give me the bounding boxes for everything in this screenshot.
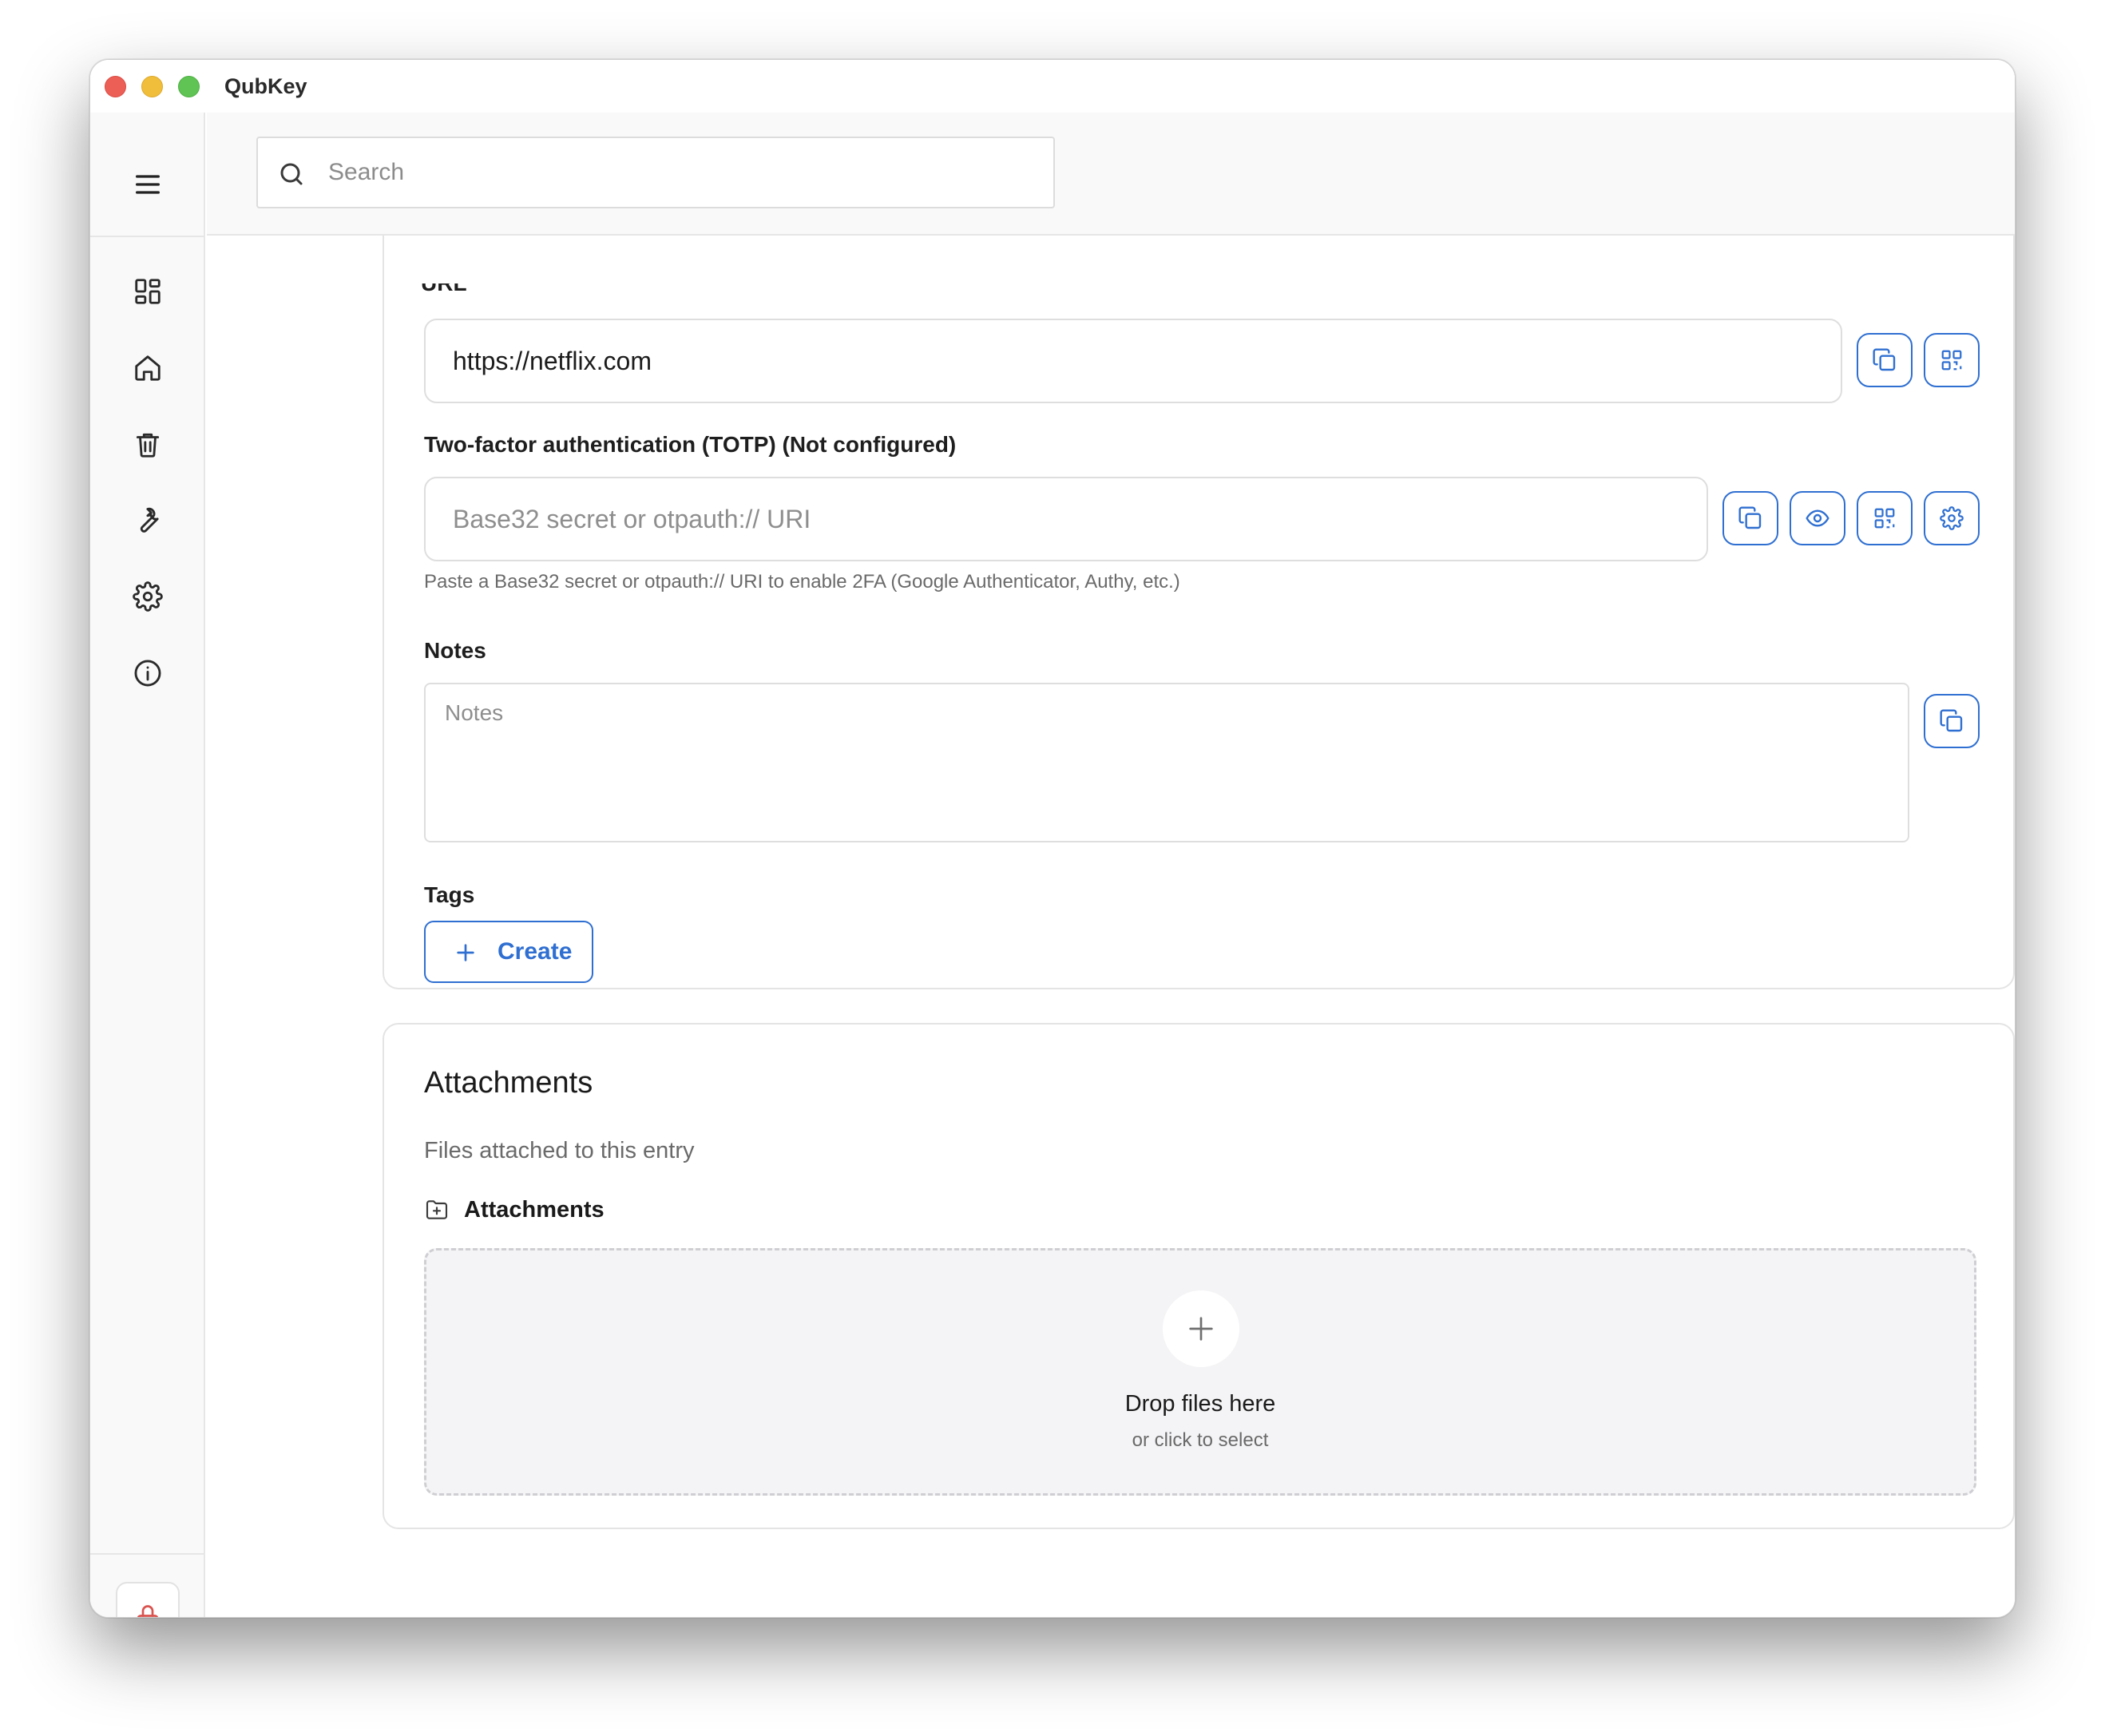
title-bar: QubKey	[90, 60, 2015, 113]
menu-button[interactable]	[124, 161, 172, 208]
totp-label: Two-factor authentication (TOTP) (Not co…	[424, 432, 957, 457]
sidebar-item-home[interactable]	[124, 344, 172, 392]
notes-label: Notes	[424, 638, 486, 663]
copy-icon	[1873, 348, 1896, 371]
sidebar-item-trash[interactable]	[124, 421, 172, 469]
qr-code-icon	[1874, 508, 1895, 529]
plus-icon	[457, 944, 474, 961]
url-label-clipped: URL	[421, 283, 469, 293]
file-dropzone[interactable]: Drop files here or click to select	[424, 1248, 1976, 1496]
hamburger-menu-icon	[136, 175, 160, 194]
totp-secret-field[interactable]: Base32 secret or otpauth:// URI	[424, 477, 1708, 561]
app-window: QubKey URL https://netflix.com Two-facto	[89, 59, 2016, 1618]
folder-plus-icon	[426, 1200, 448, 1219]
copy-url-button[interactable]	[1857, 333, 1913, 387]
drop-title: Drop files here	[1124, 1391, 1276, 1417]
main-content: URL https://netflix.com Two-factor authe…	[207, 113, 2015, 1617]
search-input[interactable]: Search	[256, 137, 1055, 208]
totp-settings-button[interactable]	[1924, 491, 1980, 545]
eye-icon	[1806, 509, 1829, 527]
tags-label: Tags	[424, 882, 475, 907]
maximize-window-button[interactable]	[178, 76, 200, 97]
lock-icon	[137, 1605, 159, 1617]
close-window-button[interactable]	[105, 76, 126, 97]
sidebar-item-dashboard[interactable]	[124, 268, 172, 315]
plus-icon	[1189, 1317, 1213, 1341]
url-qr-code-button[interactable]	[1924, 333, 1980, 387]
notes-textarea[interactable]: Notes	[424, 683, 1909, 842]
sidebar-item-about[interactable]	[124, 649, 172, 697]
url-value: https://netflix.com	[453, 346, 652, 375]
attachments-section-label: Attachments	[464, 1196, 605, 1223]
home-icon	[135, 355, 161, 381]
grid-icon	[135, 279, 161, 304]
create-tag-label: Create	[498, 938, 573, 965]
create-tag-button[interactable]: Create	[424, 921, 593, 983]
top-bar: Search	[207, 113, 2015, 236]
copy-icon	[1738, 506, 1762, 529]
sidebar-divider-bottom	[90, 1553, 205, 1555]
attachments-title: Attachments	[424, 1066, 593, 1100]
wrench-icon	[140, 507, 159, 533]
add-file-circle	[1163, 1290, 1239, 1367]
info-icon	[134, 660, 161, 687]
copy-icon	[1940, 709, 1963, 732]
notes-placeholder: Notes	[445, 700, 504, 725]
totp-hint: Paste a Base32 secret or otpauth:// URI …	[424, 571, 1180, 593]
search-icon	[280, 163, 303, 185]
sidebar-divider	[90, 236, 205, 237]
attachments-section-header: Attachments	[424, 1195, 605, 1224]
url-field[interactable]: https://netflix.com	[424, 319, 1842, 403]
scan-totp-qr-button[interactable]	[1857, 491, 1913, 545]
sidebar-item-tools[interactable]	[124, 496, 172, 544]
totp-placeholder: Base32 secret or otpauth:// URI	[453, 504, 811, 533]
qr-code-icon	[1941, 350, 1962, 371]
attachments-subtitle: Files attached to this entry	[424, 1138, 695, 1163]
copy-totp-button[interactable]	[1722, 491, 1778, 545]
gear-icon	[133, 581, 163, 612]
show-totp-button[interactable]	[1790, 491, 1845, 545]
app-title: QubKey	[224, 74, 307, 98]
minimize-window-button[interactable]	[141, 76, 163, 97]
gear-icon	[1940, 506, 1964, 530]
sidebar	[90, 113, 205, 1617]
lock-vault-button[interactable]	[116, 1582, 180, 1617]
drop-subtitle: or click to select	[1132, 1429, 1269, 1451]
search-placeholder: Search	[328, 159, 405, 185]
copy-notes-button[interactable]	[1924, 694, 1980, 748]
trash-icon	[136, 433, 160, 458]
sidebar-item-settings[interactable]	[124, 573, 172, 620]
